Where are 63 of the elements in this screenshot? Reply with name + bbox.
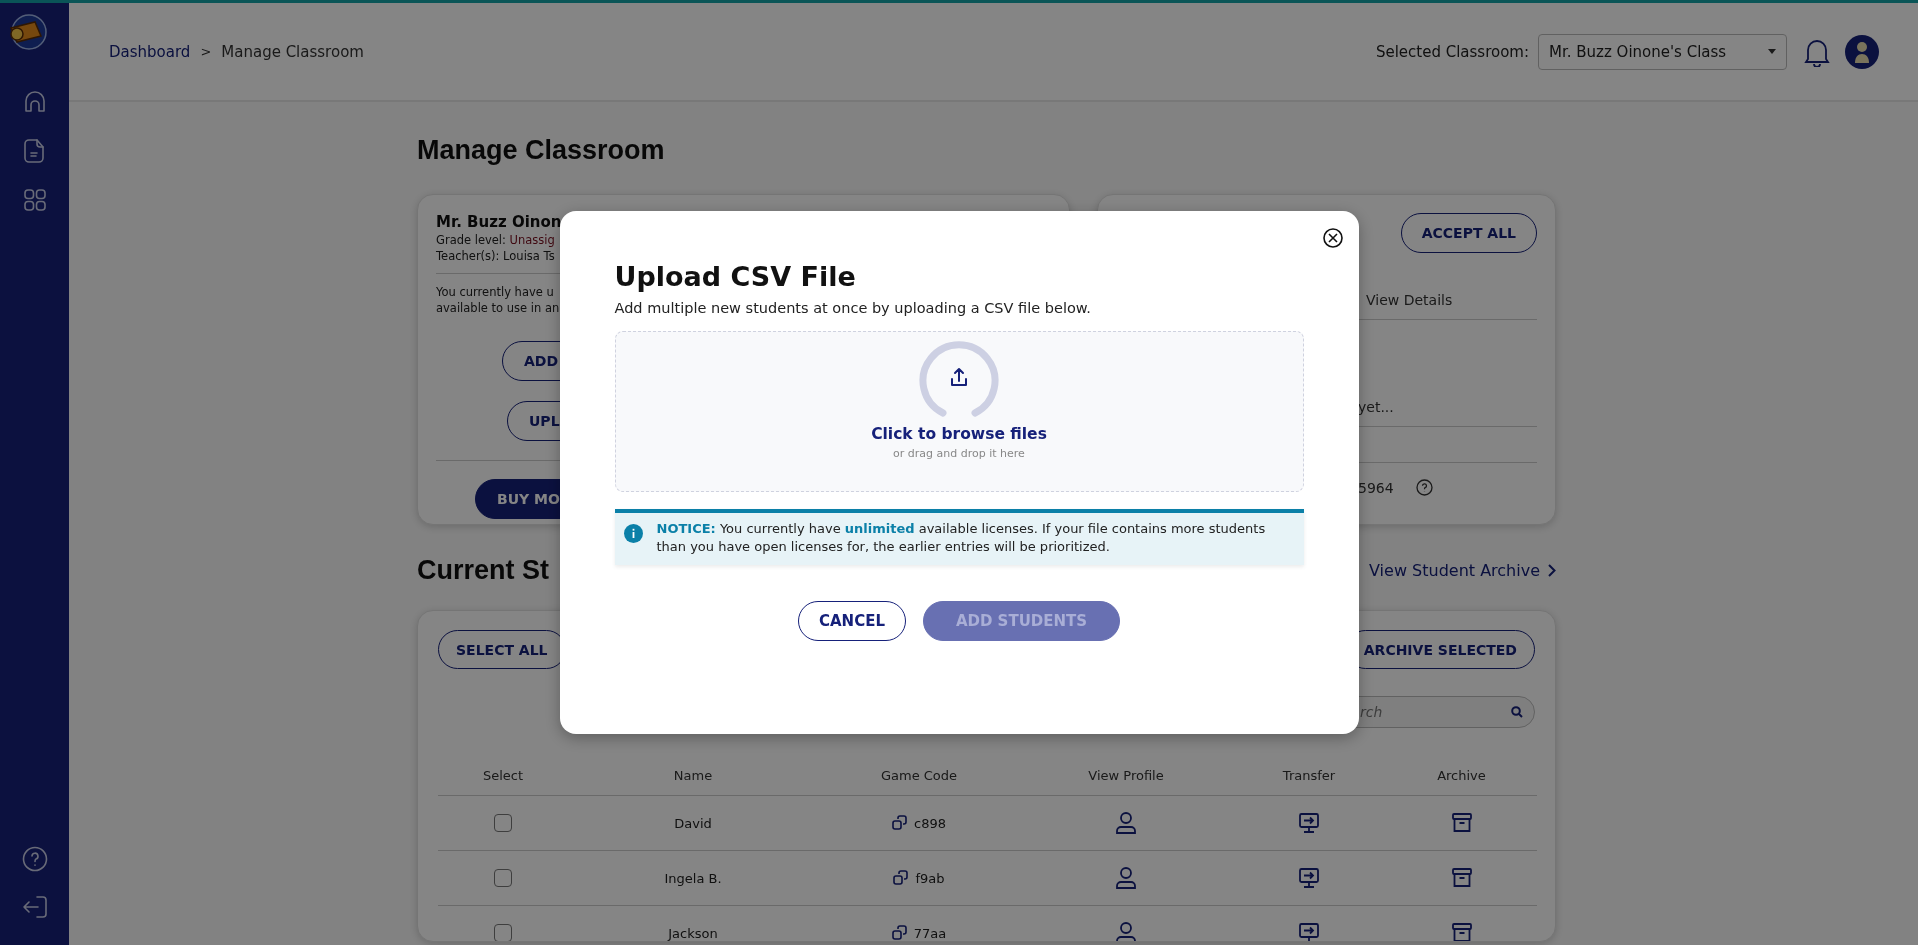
- row-checkbox[interactable]: [494, 814, 512, 832]
- transfer-icon[interactable]: [1298, 812, 1320, 834]
- breadcrumb-link[interactable]: Dashboard: [109, 42, 191, 61]
- class-code: 5964: [1358, 479, 1394, 496]
- profile-icon[interactable]: [1115, 866, 1137, 890]
- grade-level-text: Grade level: Unassig: [436, 232, 555, 248]
- column-header: Archive: [1437, 767, 1486, 783]
- notice-text: NOTICE: You currently have unlimited available licenses. If your file contains more students than you have open licenses for, the earlier entries will be prioritized.: [656, 521, 1266, 554]
- student-name: Ingela B.: [664, 870, 722, 886]
- game-code: c898: [914, 815, 946, 831]
- apps-icon[interactable]: [22, 188, 47, 212]
- license-text: You currently have u: [436, 284, 554, 300]
- empty-message: yet...: [1358, 399, 1394, 415]
- page-title: Manage Classroom: [417, 134, 666, 167]
- teacher-text: Teacher(s): Louisa Ts: [436, 248, 555, 264]
- profile-icon[interactable]: [1115, 921, 1137, 941]
- game-code: 77aa: [913, 925, 947, 941]
- avatar[interactable]: [1845, 34, 1879, 69]
- classroom-dropdown[interactable]: Mr. Buzz Oinone's Class: [1538, 33, 1787, 70]
- section-title: Current St: [417, 554, 550, 587]
- archive-icon[interactable]: [1450, 922, 1473, 941]
- cancel-button[interactable]: CANCEL: [798, 601, 906, 641]
- file-dropzone[interactable]: Click to browse files or drag and drop it here: [614, 331, 1304, 492]
- search-icon[interactable]: [1511, 706, 1523, 718]
- license-text: available to use in an: [436, 300, 560, 316]
- column-header: View Details: [1366, 292, 1453, 308]
- column-header: Transfer: [1282, 767, 1336, 783]
- avatar-figure-icon: [1853, 39, 1871, 64]
- info-icon: [623, 524, 643, 543]
- copy-icon[interactable]: [892, 815, 908, 831]
- accept-all-button[interactable]: ACCEPT ALL: [1400, 213, 1537, 253]
- home-icon[interactable]: [22, 90, 47, 114]
- logout-icon[interactable]: [21, 895, 48, 919]
- transfer-icon[interactable]: [1298, 922, 1320, 941]
- chevron-icon: [1548, 563, 1556, 577]
- student-name: Jackson: [668, 925, 718, 941]
- student-name: David: [674, 815, 712, 831]
- document-icon[interactable]: [22, 139, 45, 163]
- help-icon[interactable]: [1415, 479, 1433, 496]
- row-checkbox[interactable]: [494, 869, 512, 887]
- upload-icon: [918, 341, 1000, 417]
- breadcrumb-current: Manage Classroom: [221, 42, 364, 61]
- column-header: Game Code: [880, 767, 958, 783]
- game-code: f9ab: [915, 870, 945, 886]
- close-icon[interactable]: [1322, 228, 1343, 248]
- dialog-subtitle: Add multiple new students at once by uploading a CSV file below.: [614, 300, 1092, 316]
- archive-icon[interactable]: [1450, 867, 1473, 889]
- column-header: Select: [482, 767, 524, 783]
- breadcrumb-separator: >: [200, 44, 212, 59]
- dropzone-hint: or drag and drop it here: [893, 447, 1025, 460]
- archive-link[interactable]: View Student Archive: [1369, 560, 1556, 580]
- copy-icon[interactable]: [891, 925, 908, 941]
- classroom-name: Mr. Buzz Oinon: [436, 213, 562, 232]
- dialog-title: Upload CSV File: [614, 261, 857, 293]
- archive-icon[interactable]: [1450, 812, 1473, 834]
- classroom-label: Selected Classroom:: [1375, 42, 1529, 61]
- row-checkbox[interactable]: [494, 924, 512, 941]
- column-header: View Profile: [1088, 767, 1164, 783]
- column-header: Name: [673, 767, 713, 783]
- browse-files-link[interactable]: Click to browse files: [871, 425, 1047, 443]
- transfer-icon[interactable]: [1298, 867, 1320, 889]
- copy-icon[interactable]: [893, 870, 910, 886]
- profile-icon[interactable]: [1115, 811, 1137, 835]
